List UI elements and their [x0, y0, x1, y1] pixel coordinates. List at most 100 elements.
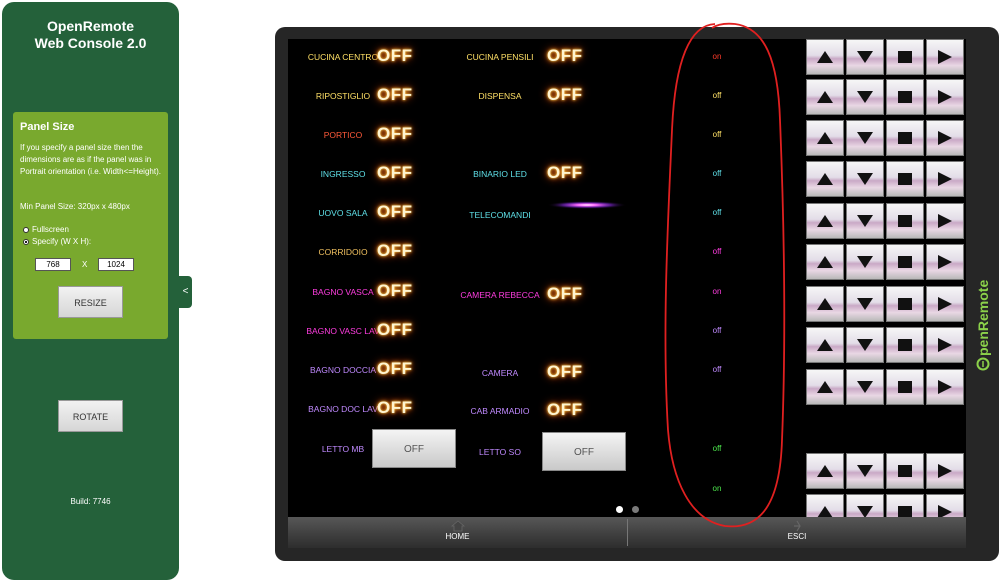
toggle-button[interactable]: OFF: [377, 124, 413, 144]
device-label: CUCINA PENSILI: [466, 52, 534, 62]
shutter-button[interactable]: [846, 120, 884, 156]
shutter-button[interactable]: [926, 120, 964, 156]
toggle-button[interactable]: OFF: [377, 46, 413, 66]
stop-square-icon: [898, 381, 912, 393]
shutter-button[interactable]: [886, 369, 924, 405]
toggle-button[interactable]: OFF: [547, 362, 583, 382]
specify-label: Specify (W X H):: [32, 237, 92, 246]
toggle-button[interactable]: OFF: [542, 432, 626, 471]
right-triangle-icon: [938, 50, 952, 64]
stop-square-icon: [898, 256, 912, 268]
shutter-button[interactable]: [926, 369, 964, 405]
toggle-button[interactable]: OFF: [377, 281, 413, 301]
shutter-button[interactable]: [846, 369, 884, 405]
shutter-button[interactable]: [926, 161, 964, 197]
shutter-button[interactable]: [886, 327, 924, 363]
toggle-button[interactable]: OFF: [377, 202, 413, 222]
resize-button[interactable]: RESIZE: [58, 286, 123, 318]
shutter-button[interactable]: [806, 327, 844, 363]
specify-radio[interactable]: [23, 238, 29, 245]
toggle-button[interactable]: OFF: [377, 241, 413, 261]
openremote-logo: penRemote: [975, 280, 991, 371]
toggle-button[interactable]: OFF: [547, 163, 583, 183]
shutter-button[interactable]: [926, 327, 964, 363]
shutter-button[interactable]: [806, 120, 844, 156]
toggle-button[interactable]: OFF: [547, 400, 583, 420]
shutter-button[interactable]: [806, 39, 844, 75]
app-title: OpenRemote Web Console 2.0: [2, 18, 179, 52]
shutter-row: [806, 120, 964, 156]
tab-esci-label: ESCI: [787, 532, 807, 541]
toggle-button[interactable]: OFF: [372, 429, 456, 468]
tab-esci[interactable]: ESCI: [628, 517, 966, 548]
up-triangle-icon: [817, 173, 833, 185]
state-value: off: [712, 444, 722, 453]
shutter-row: [806, 203, 964, 239]
right-triangle-icon: [938, 131, 952, 145]
toggle-button[interactable]: OFF: [547, 85, 583, 105]
height-input[interactable]: [98, 258, 134, 271]
toggle-button[interactable]: OFF: [377, 359, 413, 379]
specify-option[interactable]: Specify (W X H):: [23, 237, 91, 246]
state-value: off: [712, 169, 722, 178]
panel-frame: CUCINA CENTRO OFF RIPOSTIGLIO OFF PORTICO OFF…: [275, 27, 999, 561]
shutter-button[interactable]: [846, 39, 884, 75]
shutter-button[interactable]: [926, 453, 964, 489]
shutter-row: [806, 286, 964, 322]
toggle-button[interactable]: OFF: [377, 85, 413, 105]
shutter-button[interactable]: [926, 286, 964, 322]
rotate-button[interactable]: ROTATE: [58, 400, 123, 432]
shutter-button[interactable]: [886, 120, 924, 156]
shutter-button[interactable]: [806, 79, 844, 115]
toggle-button[interactable]: OFF: [377, 320, 413, 340]
shutter-button[interactable]: [886, 286, 924, 322]
shutter-button[interactable]: [886, 39, 924, 75]
toggle-button[interactable]: OFF: [377, 398, 413, 418]
state-value: off: [712, 326, 722, 335]
shutter-button[interactable]: [886, 79, 924, 115]
shutter-button[interactable]: [926, 79, 964, 115]
shutter-button[interactable]: [806, 203, 844, 239]
shutter-row: [806, 453, 964, 489]
shutter-button[interactable]: [846, 327, 884, 363]
state-value: on: [712, 287, 722, 296]
shutter-button[interactable]: [846, 244, 884, 280]
width-input[interactable]: [35, 258, 71, 271]
state-value: off: [712, 247, 722, 256]
shutter-button[interactable]: [926, 203, 964, 239]
shutter-button[interactable]: [886, 161, 924, 197]
toggle-button[interactable]: OFF: [377, 163, 413, 183]
shutter-button[interactable]: [806, 244, 844, 280]
shutter-button[interactable]: [926, 39, 964, 75]
collapse-sidebar-button[interactable]: <: [179, 276, 192, 308]
shutter-button[interactable]: [886, 453, 924, 489]
device-label: CAMERA: [481, 368, 519, 378]
toggle-button[interactable]: OFF: [547, 46, 583, 66]
toggle-button[interactable]: OFF: [547, 284, 583, 304]
up-triangle-icon: [817, 339, 833, 351]
page-indicator[interactable]: [632, 506, 639, 513]
shutter-button[interactable]: [846, 453, 884, 489]
shutter-button[interactable]: [886, 203, 924, 239]
stop-square-icon: [898, 173, 912, 185]
shutter-button[interactable]: [886, 244, 924, 280]
stop-square-icon: [898, 465, 912, 477]
shutter-button[interactable]: [846, 161, 884, 197]
shutter-button[interactable]: [806, 161, 844, 197]
shutter-button[interactable]: [846, 79, 884, 115]
shutter-button[interactable]: [926, 244, 964, 280]
shutter-button[interactable]: [806, 453, 844, 489]
shutter-button[interactable]: [846, 203, 884, 239]
app-title-line1: OpenRemote: [46, 18, 135, 34]
shutter-button[interactable]: [806, 369, 844, 405]
tab-home[interactable]: HOME: [288, 517, 627, 548]
fullscreen-option[interactable]: Fullscreen: [23, 225, 69, 234]
svg-text:penRemote: penRemote: [975, 280, 991, 356]
state-value: off: [712, 365, 722, 374]
down-triangle-icon: [857, 215, 873, 227]
down-triangle-icon: [857, 51, 873, 63]
fullscreen-radio[interactable]: [23, 226, 29, 233]
shutter-button[interactable]: [846, 286, 884, 322]
shutter-button[interactable]: [806, 286, 844, 322]
page-indicator-active[interactable]: [616, 506, 623, 513]
